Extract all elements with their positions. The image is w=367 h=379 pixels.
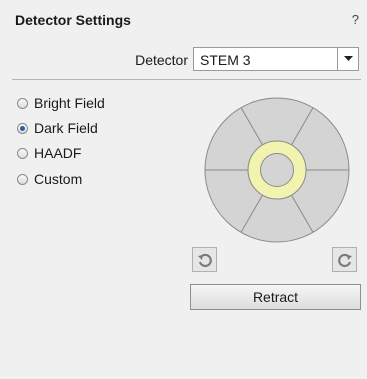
radio-bright-field[interactable]: Bright Field [17, 94, 105, 112]
radio-custom-label: Custom [34, 171, 83, 187]
radio-dark-field-dot[interactable] [17, 122, 28, 134]
rotate-ccw-button[interactable] [192, 247, 217, 272]
radio-dark-field-label: Dark Field [34, 120, 98, 136]
detector-select[interactable]: STEM 3 [193, 47, 359, 71]
detector-segment-diagram[interactable] [203, 96, 351, 244]
rotate-cw-icon [337, 253, 352, 267]
radio-haadf[interactable]: HAADF [17, 144, 81, 162]
chevron-down-icon[interactable] [337, 48, 358, 70]
radio-haadf-dot[interactable] [17, 147, 28, 159]
help-button[interactable]: ? [352, 12, 359, 27]
radio-custom[interactable]: Custom [17, 170, 82, 188]
radio-haadf-label: HAADF [34, 145, 82, 161]
radio-custom-dot[interactable] [17, 173, 28, 185]
radio-bright-field-dot[interactable] [17, 97, 28, 109]
panel-title: Detector Settings [15, 12, 131, 28]
radio-bright-field-label: Bright Field [34, 95, 105, 111]
detector-settings-panel: Detector Settings ? Detector STEM 3 Brig… [0, 0, 367, 379]
radio-dark-field[interactable]: Dark Field [17, 119, 98, 137]
divider [12, 79, 361, 80]
detector-label: Detector [135, 52, 188, 68]
rotate-cw-button[interactable] [332, 247, 357, 272]
rotate-ccw-icon [197, 253, 212, 267]
detector-select-value: STEM 3 [200, 52, 251, 68]
retract-button[interactable]: Retract [190, 284, 361, 310]
